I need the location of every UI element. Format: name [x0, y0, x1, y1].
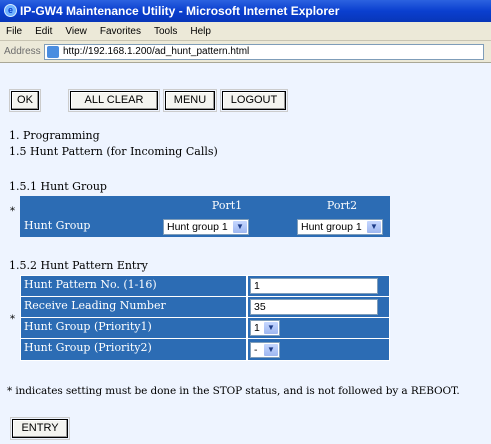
port1-hunt-group-select[interactable]: Hunt group 1 ▼	[163, 219, 249, 235]
hunt-pattern-no-label: Hunt Pattern No. (1-16)	[21, 276, 246, 296]
section-heading: 1. Programming	[9, 129, 100, 142]
hunt-pattern-heading: 1.5.2 Hunt Pattern Entry	[9, 259, 148, 272]
column-header-port1: Port1	[161, 197, 293, 215]
stop-status-note: * indicates setting must be done in the …	[7, 385, 460, 397]
priority1-selected-value: 1	[254, 322, 260, 334]
menu-edit[interactable]: Edit	[35, 26, 52, 37]
hunt-pattern-no-input[interactable]: 1	[250, 278, 378, 294]
address-url: http://192.168.1.200/ad_hunt_pattern.htm…	[63, 46, 250, 57]
page-icon	[47, 46, 59, 58]
menu-tools[interactable]: Tools	[154, 26, 177, 37]
logout-button[interactable]: LOGOUT	[220, 89, 288, 112]
priority1-label: Hunt Group (Priority1)	[21, 318, 246, 338]
entry-button[interactable]: ENTRY	[10, 417, 70, 440]
hunt-group-heading: 1.5.1 Hunt Group	[9, 180, 107, 193]
menu-file[interactable]: File	[6, 26, 22, 37]
chevron-down-icon: ▼	[264, 344, 278, 356]
chevron-down-icon: ▼	[264, 322, 278, 334]
menu-bar: File Edit View Favorites Tools Help	[0, 22, 491, 41]
chevron-down-icon: ▼	[367, 221, 381, 233]
priority2-selected-value: -	[254, 344, 258, 356]
ie-logo-icon: e	[4, 4, 17, 17]
hunt-group-corner	[21, 197, 159, 215]
address-bar: Address http://192.168.1.200/ad_hunt_pat…	[0, 41, 491, 63]
menu-favorites[interactable]: Favorites	[100, 26, 141, 37]
hunt-group-row-label: Hunt Group	[21, 217, 159, 236]
port2-hunt-group-select[interactable]: Hunt group 1 ▼	[297, 219, 383, 235]
hunt-group-stop-marker: *	[10, 206, 15, 217]
priority1-select[interactable]: 1 ▼	[250, 320, 280, 336]
receive-leading-number-label: Receive Leading Number	[21, 297, 246, 317]
port1-selected-value: Hunt group 1	[167, 221, 228, 233]
address-input[interactable]: http://192.168.1.200/ad_hunt_pattern.htm…	[44, 44, 484, 60]
chevron-down-icon: ▼	[233, 221, 247, 233]
window-titlebar: e IP-GW4 Maintenance Utility - Microsoft…	[0, 0, 491, 22]
column-header-port2: Port2	[295, 197, 389, 215]
priority2-label: Hunt Group (Priority2)	[21, 339, 246, 360]
ok-button[interactable]: OK	[9, 89, 41, 112]
priority2-select[interactable]: - ▼	[250, 342, 280, 358]
menu-help[interactable]: Help	[190, 26, 211, 37]
window-title: IP-GW4 Maintenance Utility - Microsoft I…	[20, 4, 340, 18]
receive-leading-number-input[interactable]: 35	[250, 299, 378, 315]
section-subheading: 1.5 Hunt Pattern (for Incoming Calls)	[9, 145, 218, 158]
port2-selected-value: Hunt group 1	[301, 221, 362, 233]
address-label: Address	[4, 46, 41, 57]
menu-view[interactable]: View	[65, 26, 87, 37]
all-clear-button[interactable]: ALL CLEAR	[68, 89, 160, 112]
menu-button[interactable]: MENU	[163, 89, 217, 112]
hunt-pattern-stop-marker: *	[10, 314, 15, 325]
